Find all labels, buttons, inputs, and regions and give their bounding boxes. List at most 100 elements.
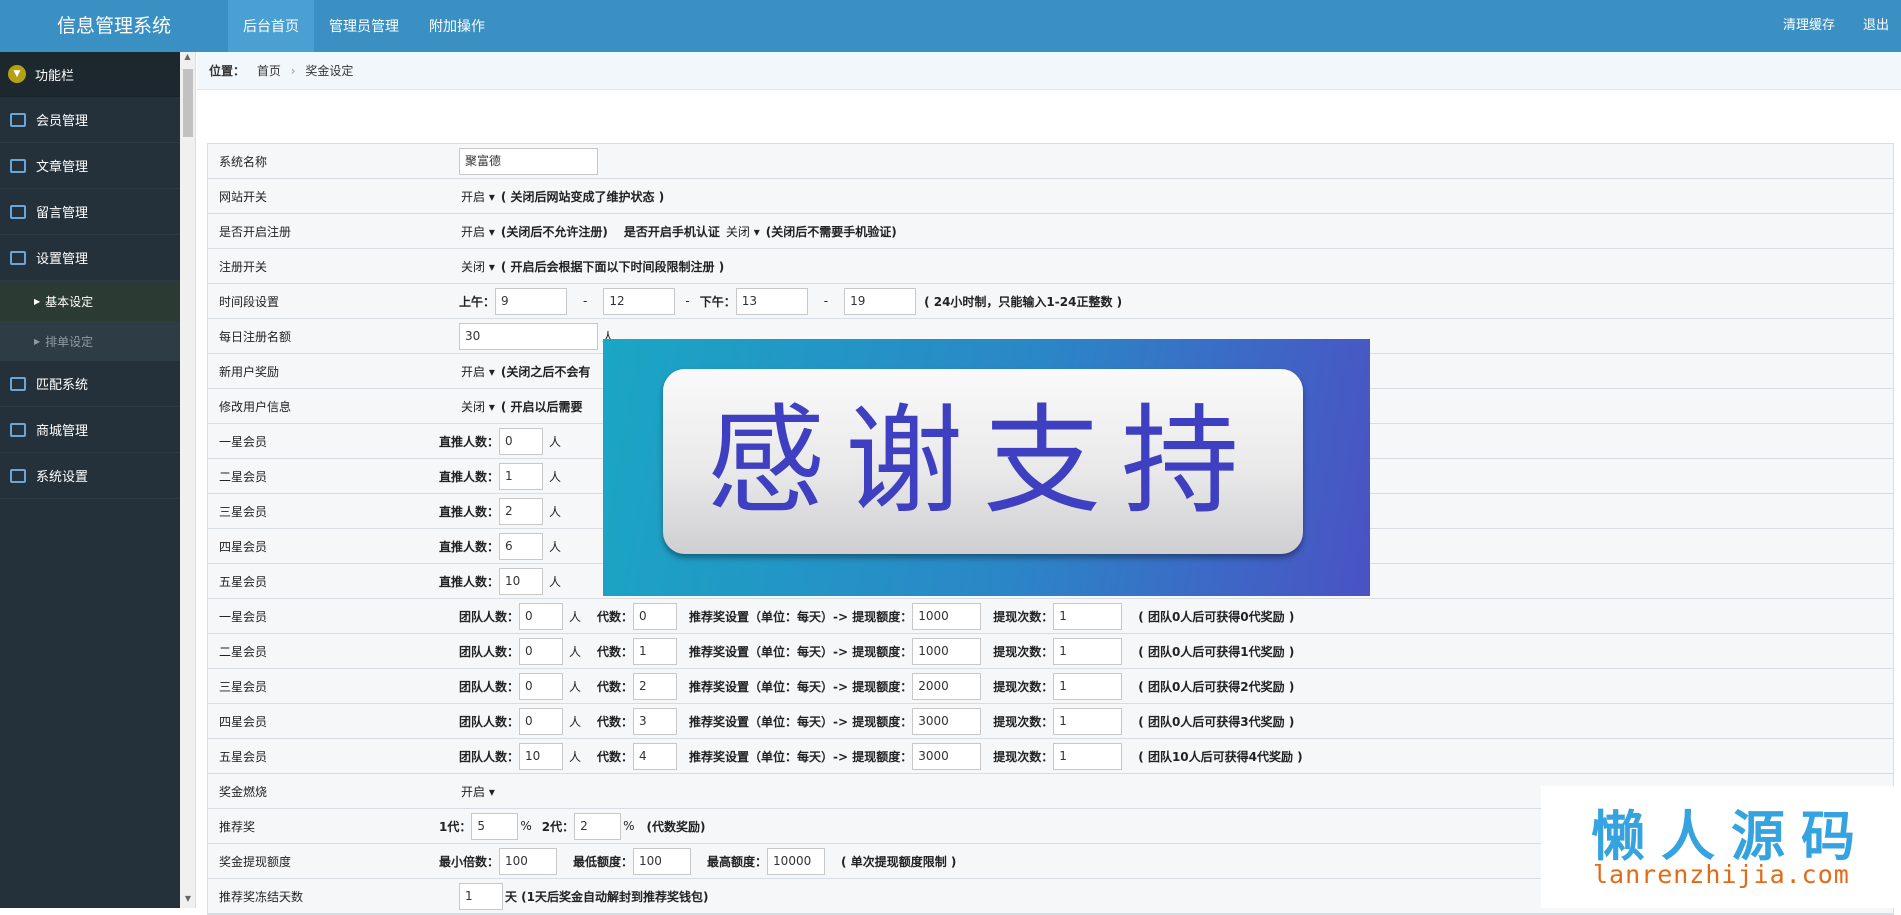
nav-admin-manage[interactable]: 管理员管理 xyxy=(314,0,414,52)
modify-user-select[interactable]: 关闭 ▾ xyxy=(459,398,495,415)
register-open-select[interactable]: 开启 ▾ xyxy=(459,223,495,240)
register-switch-select[interactable]: 关闭 ▾ xyxy=(459,258,495,275)
form-row-team-4: 四星会员 团队人数： 0 人 代数： 3 推荐奖设置（单位：每天）-> 提现额度： 30… xyxy=(208,704,1893,739)
sidebar-item-settings[interactable]: 设置管理 xyxy=(0,235,180,281)
gen-label: 代数： xyxy=(597,714,634,729)
clear-cache-link[interactable]: 清理缓存 xyxy=(1783,0,1835,52)
thanks-banner: 感谢支持 xyxy=(603,339,1370,596)
direct-count-input[interactable]: 10 xyxy=(499,567,544,595)
times-label: 提现次数： xyxy=(993,679,1054,694)
scroll-thumb[interactable] xyxy=(183,69,193,137)
unit-label: 人 xyxy=(569,644,582,659)
phone-verify-select[interactable]: 关闭 ▾ xyxy=(724,223,760,240)
logout-link[interactable]: 退出 xyxy=(1863,0,1889,52)
pm-end-input[interactable]: 19 xyxy=(844,287,917,315)
min-multiple-input[interactable]: 100 xyxy=(499,847,558,875)
sidebar-subitem-basic[interactable]: ▶ 基本设定 xyxy=(0,281,180,321)
sidebar-item-matching[interactable]: 匹配系统 xyxy=(0,361,180,407)
caret-down-icon: ▾ xyxy=(488,399,495,414)
sidebar-header[interactable]: ▼ 功能栏 xyxy=(0,52,180,97)
am-start-input[interactable]: 9 xyxy=(495,287,568,315)
amount-input[interactable]: 3000 xyxy=(912,707,982,735)
daily-quota-input[interactable]: 30 xyxy=(459,322,598,350)
sidebar-item-articles[interactable]: 文章管理 xyxy=(0,143,180,189)
gen-input[interactable]: 4 xyxy=(633,742,678,770)
thanks-pill: 感谢支持 xyxy=(663,369,1303,554)
reco-label: 推荐奖设置（单位：每天）-> 提现额度： xyxy=(689,679,913,694)
team-count-input[interactable]: 0 xyxy=(519,637,564,665)
team-count-input[interactable]: 0 xyxy=(519,707,564,735)
field-label: 是否开启手机认证 xyxy=(623,224,720,239)
amount-input[interactable]: 1000 xyxy=(912,637,982,665)
system-name-input[interactable]: 聚富德 xyxy=(459,147,598,175)
form-row-team-5: 五星会员 团队人数： 10 人 代数： 4 推荐奖设置（单位：每天）-> 提现额度： 3… xyxy=(208,739,1893,774)
gen-input[interactable]: 2 xyxy=(633,672,678,700)
sidebar-subitem-order[interactable]: ▶ 排单设定 xyxy=(0,321,180,361)
percent-label: % xyxy=(623,819,635,833)
breadcrumb-current: 奖金设定 xyxy=(305,64,354,78)
field-note: ( 24小时制，只能输入1-24正整数 ) xyxy=(924,294,1123,309)
times-input[interactable]: 1 xyxy=(1053,602,1123,630)
bonus-burn-select[interactable]: 开启 ▾ xyxy=(459,783,495,800)
times-input[interactable]: 1 xyxy=(1053,742,1123,770)
gen-input[interactable]: 3 xyxy=(633,707,678,735)
direct-count-input[interactable]: 2 xyxy=(499,497,544,525)
field-note: ( 关闭后网站变成了维护状态 ) xyxy=(500,189,665,204)
site-switch-select[interactable]: 开启 ▾ xyxy=(459,188,495,205)
field-label: 一星会员 xyxy=(219,434,268,449)
max-amount-input[interactable]: 10000 xyxy=(767,847,826,875)
amount-input[interactable]: 2000 xyxy=(912,672,982,700)
amount-input[interactable]: 1000 xyxy=(912,602,982,630)
sidebar-scrollbar[interactable]: ▲ ▼ xyxy=(180,52,196,908)
scroll-up-icon[interactable]: ▲ xyxy=(180,52,195,66)
team-count-input[interactable]: 10 xyxy=(519,742,564,770)
gen1-input[interactable]: 5 xyxy=(471,812,519,840)
gen2-input[interactable]: 2 xyxy=(574,812,622,840)
team-label: 团队人数： xyxy=(459,749,520,764)
sidebar-item-label: 系统设置 xyxy=(36,470,89,485)
field-label: 推荐奖 xyxy=(219,819,256,834)
direct-count-input[interactable]: 6 xyxy=(499,532,544,560)
caret-right-icon: ▶ xyxy=(34,296,41,306)
team-count-input[interactable]: 0 xyxy=(519,672,564,700)
team-label: 团队人数： xyxy=(459,609,520,624)
new-user-reward-select[interactable]: 开启 ▾ xyxy=(459,363,495,380)
caret-down-icon: ▾ xyxy=(488,784,495,799)
amount-input[interactable]: 3000 xyxy=(912,742,982,770)
am-end-input[interactable]: 12 xyxy=(603,287,676,315)
form-row-team-3: 三星会员 团队人数： 0 人 代数： 2 推荐奖设置（单位：每天）-> 提现额度： 20… xyxy=(208,669,1893,704)
gen-input[interactable]: 0 xyxy=(633,602,678,630)
calendar-icon xyxy=(10,376,26,391)
min-amount-input[interactable]: 100 xyxy=(633,847,692,875)
field-label: 四星会员 xyxy=(219,714,268,729)
times-input[interactable]: 1 xyxy=(1053,707,1123,735)
times-input[interactable]: 1 xyxy=(1053,637,1123,665)
direct-count-input[interactable]: 0 xyxy=(499,427,544,455)
times-label: 提现次数： xyxy=(993,609,1054,624)
field-label: 时间段设置 xyxy=(219,294,280,309)
sidebar-item-label: 商城管理 xyxy=(36,424,89,439)
sidebar-item-members[interactable]: 会员管理 xyxy=(0,97,180,143)
scroll-down-icon[interactable]: ▼ xyxy=(180,894,196,908)
unit-label: 人 xyxy=(549,574,562,589)
breadcrumb-home[interactable]: 首页 xyxy=(257,64,281,78)
sidebar-item-messages[interactable]: 留言管理 xyxy=(0,189,180,235)
team-label: 团队人数： xyxy=(459,644,520,659)
field-label: 三星会员 xyxy=(219,679,268,694)
pm-start-input[interactable]: 13 xyxy=(735,287,808,315)
nav-extra-ops[interactable]: 附加操作 xyxy=(414,0,500,52)
freeze-days-input[interactable]: 1 xyxy=(459,882,503,910)
select-value: 开启 xyxy=(461,189,486,204)
times-label: 提现次数： xyxy=(993,644,1054,659)
breadcrumb: 位置： 首页 › 奖金设定 xyxy=(197,52,1901,90)
sidebar-item-shop[interactable]: 商城管理 xyxy=(0,407,180,453)
team-label: 团队人数： xyxy=(459,679,520,694)
nav-home[interactable]: 后台首页 xyxy=(228,0,314,52)
times-input[interactable]: 1 xyxy=(1053,672,1123,700)
reco-label: 推荐奖设置（单位：每天）-> 提现额度： xyxy=(689,609,913,624)
top-nav: 后台首页 管理员管理 附加操作 xyxy=(228,0,500,52)
team-count-input[interactable]: 0 xyxy=(519,602,564,630)
direct-count-input[interactable]: 1 xyxy=(499,462,544,490)
sidebar-item-system[interactable]: 系统设置 xyxy=(0,453,180,499)
gen-input[interactable]: 1 xyxy=(633,637,678,665)
